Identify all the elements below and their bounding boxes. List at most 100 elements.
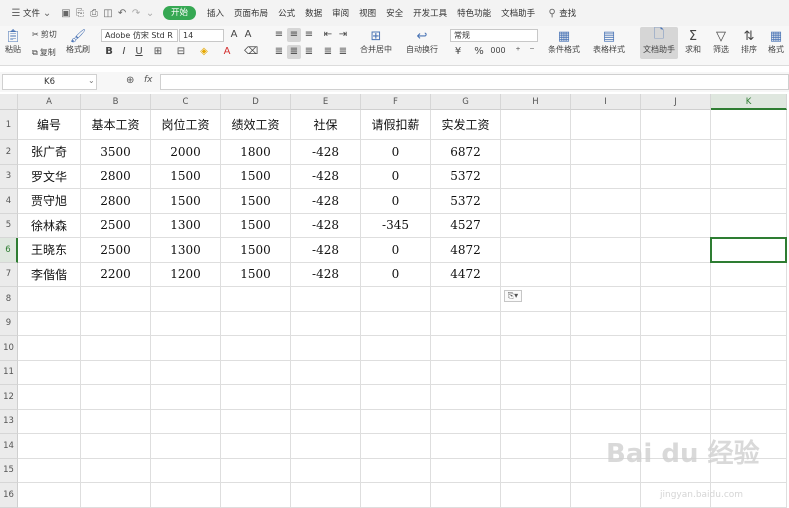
cell-i16[interactable] bbox=[571, 483, 641, 508]
cell-c15[interactable] bbox=[151, 458, 221, 483]
cell-f13[interactable] bbox=[361, 409, 431, 434]
doc-assistant-button[interactable]: 🗋︎ 文档助手 bbox=[643, 27, 675, 55]
row-header-6[interactable]: 6 bbox=[0, 238, 18, 263]
cell-i5[interactable] bbox=[571, 213, 641, 238]
cell-k13[interactable] bbox=[711, 409, 787, 434]
cell-a4[interactable]: 贾守旭 bbox=[18, 189, 81, 214]
cell-g15[interactable] bbox=[431, 458, 501, 483]
cell-j12[interactable] bbox=[641, 385, 711, 410]
cell-k3[interactable] bbox=[711, 164, 787, 189]
cell-c4[interactable]: 1500 bbox=[151, 189, 221, 214]
cell-h9[interactable] bbox=[501, 311, 571, 336]
cell-b12[interactable] bbox=[81, 385, 151, 410]
eraser-icon[interactable]: ⌫ bbox=[244, 46, 258, 57]
cell-b13[interactable] bbox=[81, 409, 151, 434]
sum-button[interactable]: Σ 求和 bbox=[684, 28, 702, 55]
row-header-13[interactable]: 13 bbox=[0, 409, 18, 434]
conditional-format-button[interactable]: ▦ 条件格式 bbox=[548, 28, 580, 55]
cell-f8[interactable] bbox=[361, 287, 431, 312]
cell-d3[interactable]: 1500 bbox=[221, 164, 291, 189]
sort-button[interactable]: ⇅ 排序 bbox=[740, 28, 758, 55]
cell-f12[interactable] bbox=[361, 385, 431, 410]
cell-d14[interactable] bbox=[221, 434, 291, 459]
cell-d4[interactable]: 1500 bbox=[221, 189, 291, 214]
cell-i9[interactable] bbox=[571, 311, 641, 336]
row-header-9[interactable]: 9 bbox=[0, 311, 18, 336]
column-header-k[interactable]: K bbox=[711, 94, 787, 110]
cell-g11[interactable] bbox=[431, 360, 501, 385]
column-header-c[interactable]: C bbox=[151, 94, 221, 110]
distributed-icon[interactable]: ≣ bbox=[337, 46, 349, 57]
cell-i11[interactable] bbox=[571, 360, 641, 385]
thousands-button[interactable]: 000 bbox=[488, 46, 508, 55]
cell-a12[interactable] bbox=[18, 385, 81, 410]
font-name-select[interactable]: Adobe 仿宋 Std R bbox=[101, 29, 178, 42]
cell-g16[interactable] bbox=[431, 483, 501, 508]
row-header-4[interactable]: 4 bbox=[0, 189, 18, 214]
font-color-icon[interactable]: A bbox=[221, 46, 233, 57]
cell-k11[interactable] bbox=[711, 360, 787, 385]
cell-h13[interactable] bbox=[501, 409, 571, 434]
name-box[interactable]: K6 bbox=[2, 74, 97, 90]
tab-data[interactable]: 数据 bbox=[300, 0, 327, 26]
cell-g2[interactable]: 6872 bbox=[431, 140, 501, 165]
file-menu[interactable]: ☰ 文件 ⌄ bbox=[4, 0, 59, 26]
row-header-16[interactable]: 16 bbox=[0, 483, 18, 508]
cell-a15[interactable] bbox=[18, 458, 81, 483]
table-style-button[interactable]: ▤ 表格样式 bbox=[593, 28, 625, 55]
tab-developer[interactable]: 开发工具 bbox=[408, 0, 452, 26]
cell-a3[interactable]: 罗文华 bbox=[18, 164, 81, 189]
cell-b8[interactable] bbox=[81, 287, 151, 312]
align-middle-icon[interactable]: ≡ bbox=[288, 29, 300, 40]
tab-security[interactable]: 安全 bbox=[381, 0, 408, 26]
row-header-15[interactable]: 15 bbox=[0, 458, 18, 483]
cell-c14[interactable] bbox=[151, 434, 221, 459]
row-header-7[interactable]: 7 bbox=[0, 262, 18, 287]
tab-doc-assistant[interactable]: 文档助手 bbox=[496, 0, 540, 26]
cell-f14[interactable] bbox=[361, 434, 431, 459]
cell-e5[interactable]: -428 bbox=[291, 213, 361, 238]
cell-e15[interactable] bbox=[291, 458, 361, 483]
cell-b5[interactable]: 2500 bbox=[81, 213, 151, 238]
column-header-h[interactable]: H bbox=[501, 94, 571, 110]
cell-e14[interactable] bbox=[291, 434, 361, 459]
cell-e12[interactable] bbox=[291, 385, 361, 410]
cell-i6[interactable] bbox=[571, 238, 641, 263]
cell-j5[interactable] bbox=[641, 213, 711, 238]
cell-k5[interactable] bbox=[711, 213, 787, 238]
cell-c8[interactable] bbox=[151, 287, 221, 312]
cell-a11[interactable] bbox=[18, 360, 81, 385]
cell-g12[interactable] bbox=[431, 385, 501, 410]
tab-home[interactable]: 开始 bbox=[163, 6, 197, 20]
cell-e13[interactable] bbox=[291, 409, 361, 434]
cell-b1[interactable]: 基本工资 bbox=[81, 110, 151, 140]
cell-i4[interactable] bbox=[571, 189, 641, 214]
cell-k2[interactable] bbox=[711, 140, 787, 165]
cell-j3[interactable] bbox=[641, 164, 711, 189]
cell-a14[interactable] bbox=[18, 434, 81, 459]
cell-h3[interactable] bbox=[501, 164, 571, 189]
cell-f10[interactable] bbox=[361, 336, 431, 361]
cell-b2[interactable]: 3500 bbox=[81, 140, 151, 165]
align-top-icon[interactable]: ≡ bbox=[273, 29, 285, 40]
paste-button[interactable]: 📋︎ 粘贴 bbox=[4, 28, 22, 55]
cell-h14[interactable] bbox=[501, 434, 571, 459]
cell-d9[interactable] bbox=[221, 311, 291, 336]
auto-wrap-button[interactable]: ↩ 自动换行 bbox=[406, 28, 438, 55]
cell-h6[interactable] bbox=[501, 238, 571, 263]
merge-center-button[interactable]: ⊞ 合并居中 bbox=[360, 28, 392, 55]
cell-b15[interactable] bbox=[81, 458, 151, 483]
cell-c6[interactable]: 1300 bbox=[151, 238, 221, 263]
decimal-increase-icon[interactable]: ⁺ bbox=[512, 46, 524, 57]
cell-a1[interactable]: 编号 bbox=[18, 110, 81, 140]
cell-e16[interactable] bbox=[291, 483, 361, 508]
cell-e2[interactable]: -428 bbox=[291, 140, 361, 165]
cell-b16[interactable] bbox=[81, 483, 151, 508]
cell-g9[interactable] bbox=[431, 311, 501, 336]
cell-g8[interactable] bbox=[431, 287, 501, 312]
cell-f9[interactable] bbox=[361, 311, 431, 336]
cell-j8[interactable] bbox=[641, 287, 711, 312]
cell-b14[interactable] bbox=[81, 434, 151, 459]
increase-font-icon[interactable]: A bbox=[228, 29, 240, 40]
cell-h1[interactable] bbox=[501, 110, 571, 140]
